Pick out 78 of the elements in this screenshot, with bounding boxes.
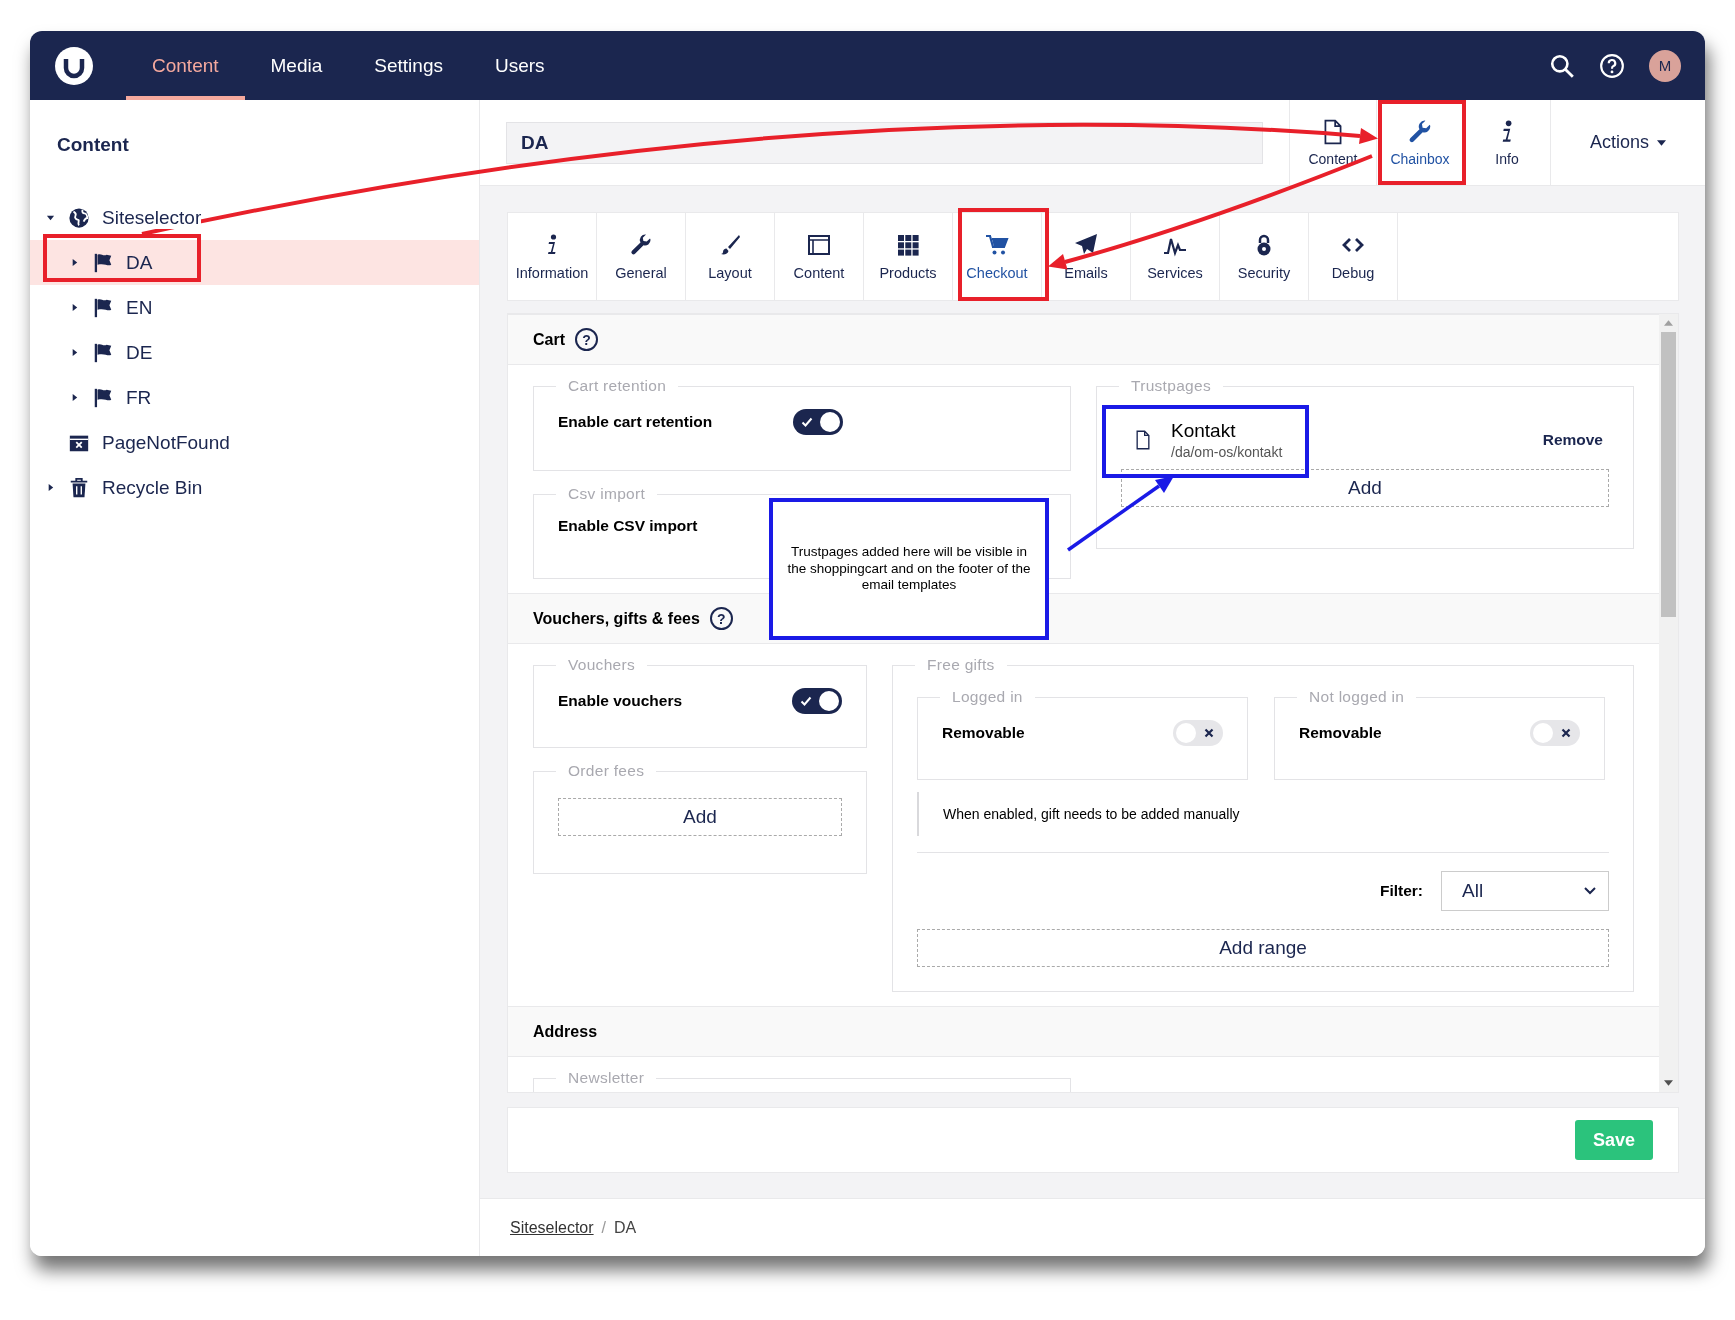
group-label: Free gifts bbox=[926, 656, 996, 674]
add-button[interactable]: Add bbox=[1121, 469, 1609, 507]
caret-icon bbox=[1657, 139, 1666, 146]
tab[interactable]: Services bbox=[1131, 213, 1220, 300]
tab[interactable]: Products bbox=[864, 213, 953, 300]
toggle-switch[interactable] bbox=[793, 409, 843, 435]
group-label: Cart retention bbox=[567, 377, 668, 395]
nav-tab[interactable]: Media bbox=[244, 31, 349, 100]
name-field[interactable]: DA bbox=[506, 121, 1263, 164]
page-path: /da/om-os/kontakt bbox=[1171, 444, 1283, 460]
nav-tab[interactable]: Settings bbox=[348, 31, 469, 100]
tab[interactable]: Information bbox=[508, 213, 597, 300]
user-avatar[interactable]: M bbox=[1649, 49, 1681, 82]
sidebar-title: Content bbox=[56, 133, 130, 157]
group-label: Csv import bbox=[567, 485, 647, 503]
trash-icon bbox=[68, 476, 90, 499]
logo-icon[interactable] bbox=[54, 45, 94, 86]
breadcrumb-current: DA bbox=[614, 1218, 637, 1237]
add-button[interactable]: Add bbox=[558, 798, 842, 836]
setting-label: Enable cart retention bbox=[558, 413, 713, 431]
callout-note: Trustpages added here will be visible in the shoppingcart and on the footer of the email templates bbox=[769, 498, 1049, 640]
check-icon bbox=[801, 416, 813, 428]
tree-item[interactable]: DA bbox=[30, 240, 479, 285]
filter-label: Filter: bbox=[1379, 882, 1423, 900]
flag-icon bbox=[92, 251, 114, 274]
scrollbar[interactable] bbox=[1659, 314, 1678, 1092]
chevron-icon bbox=[1584, 887, 1596, 895]
flag-icon bbox=[92, 386, 114, 409]
nav-tab[interactable]: Users bbox=[468, 31, 571, 100]
cross-icon bbox=[1560, 727, 1572, 739]
page-name: Kontakt bbox=[1171, 420, 1237, 442]
check-icon bbox=[800, 695, 812, 707]
tab[interactable]: Checkout bbox=[953, 213, 1042, 300]
group-label: Logged in bbox=[951, 688, 1024, 706]
toggle-switch[interactable] bbox=[1530, 720, 1580, 746]
app-button[interactable]: Info bbox=[1463, 100, 1550, 185]
tab[interactable]: Content bbox=[775, 213, 864, 300]
group-label: Not logged in bbox=[1308, 688, 1406, 706]
hint-text: When enabled, gift needs to be added manually bbox=[917, 792, 1609, 836]
tab[interactable]: Debug bbox=[1309, 213, 1398, 300]
toggle-switch[interactable] bbox=[1173, 720, 1223, 746]
wrench-icon bbox=[629, 232, 653, 257]
cross-icon bbox=[1203, 727, 1215, 739]
section-title: Vouchers, gifts & fees bbox=[533, 609, 700, 628]
setting-label: Removable bbox=[1299, 724, 1382, 742]
help-icon[interactable]: ? bbox=[575, 328, 598, 351]
group-label: Newsletter bbox=[567, 1069, 646, 1087]
window-icon bbox=[807, 232, 831, 257]
search-icon[interactable] bbox=[1549, 52, 1575, 79]
section-title: Address bbox=[533, 1022, 598, 1041]
setting-label: Enable vouchers bbox=[558, 692, 683, 710]
group-label: Order fees bbox=[567, 762, 646, 780]
cart-icon bbox=[985, 232, 1009, 257]
app-button[interactable]: Chainbox bbox=[1376, 100, 1463, 185]
section-title: Cart bbox=[533, 330, 565, 349]
help-icon[interactable]: ? bbox=[709, 607, 733, 630]
tab[interactable]: Security bbox=[1220, 213, 1309, 300]
tab[interactable]: Layout bbox=[686, 213, 775, 300]
scroll-down-icon[interactable] bbox=[1664, 1080, 1673, 1086]
wrench-icon bbox=[1407, 118, 1433, 145]
actions-menu[interactable]: Actions bbox=[1550, 100, 1705, 185]
group-label: Vouchers bbox=[567, 656, 637, 674]
filter-dropdown[interactable]: All bbox=[1441, 871, 1609, 911]
flag-icon bbox=[92, 341, 114, 364]
setting-label: Removable bbox=[942, 724, 1025, 742]
remove-link[interactable]: Remove bbox=[1542, 431, 1603, 449]
grid-icon bbox=[896, 232, 920, 257]
add-range-button[interactable]: Add range bbox=[917, 929, 1609, 967]
help-icon[interactable] bbox=[1599, 52, 1625, 79]
breadcrumb-link[interactable]: Siteselector bbox=[510, 1218, 594, 1237]
globe-icon bbox=[68, 206, 90, 229]
toggle-switch[interactable] bbox=[792, 688, 842, 714]
setting-label: Enable CSV import bbox=[558, 517, 698, 535]
separator: / bbox=[601, 1218, 607, 1237]
caret-icon[interactable] bbox=[45, 213, 55, 222]
group-label: Trustpages bbox=[1130, 377, 1212, 395]
tab[interactable]: General bbox=[597, 213, 686, 300]
flag-icon bbox=[92, 296, 114, 319]
